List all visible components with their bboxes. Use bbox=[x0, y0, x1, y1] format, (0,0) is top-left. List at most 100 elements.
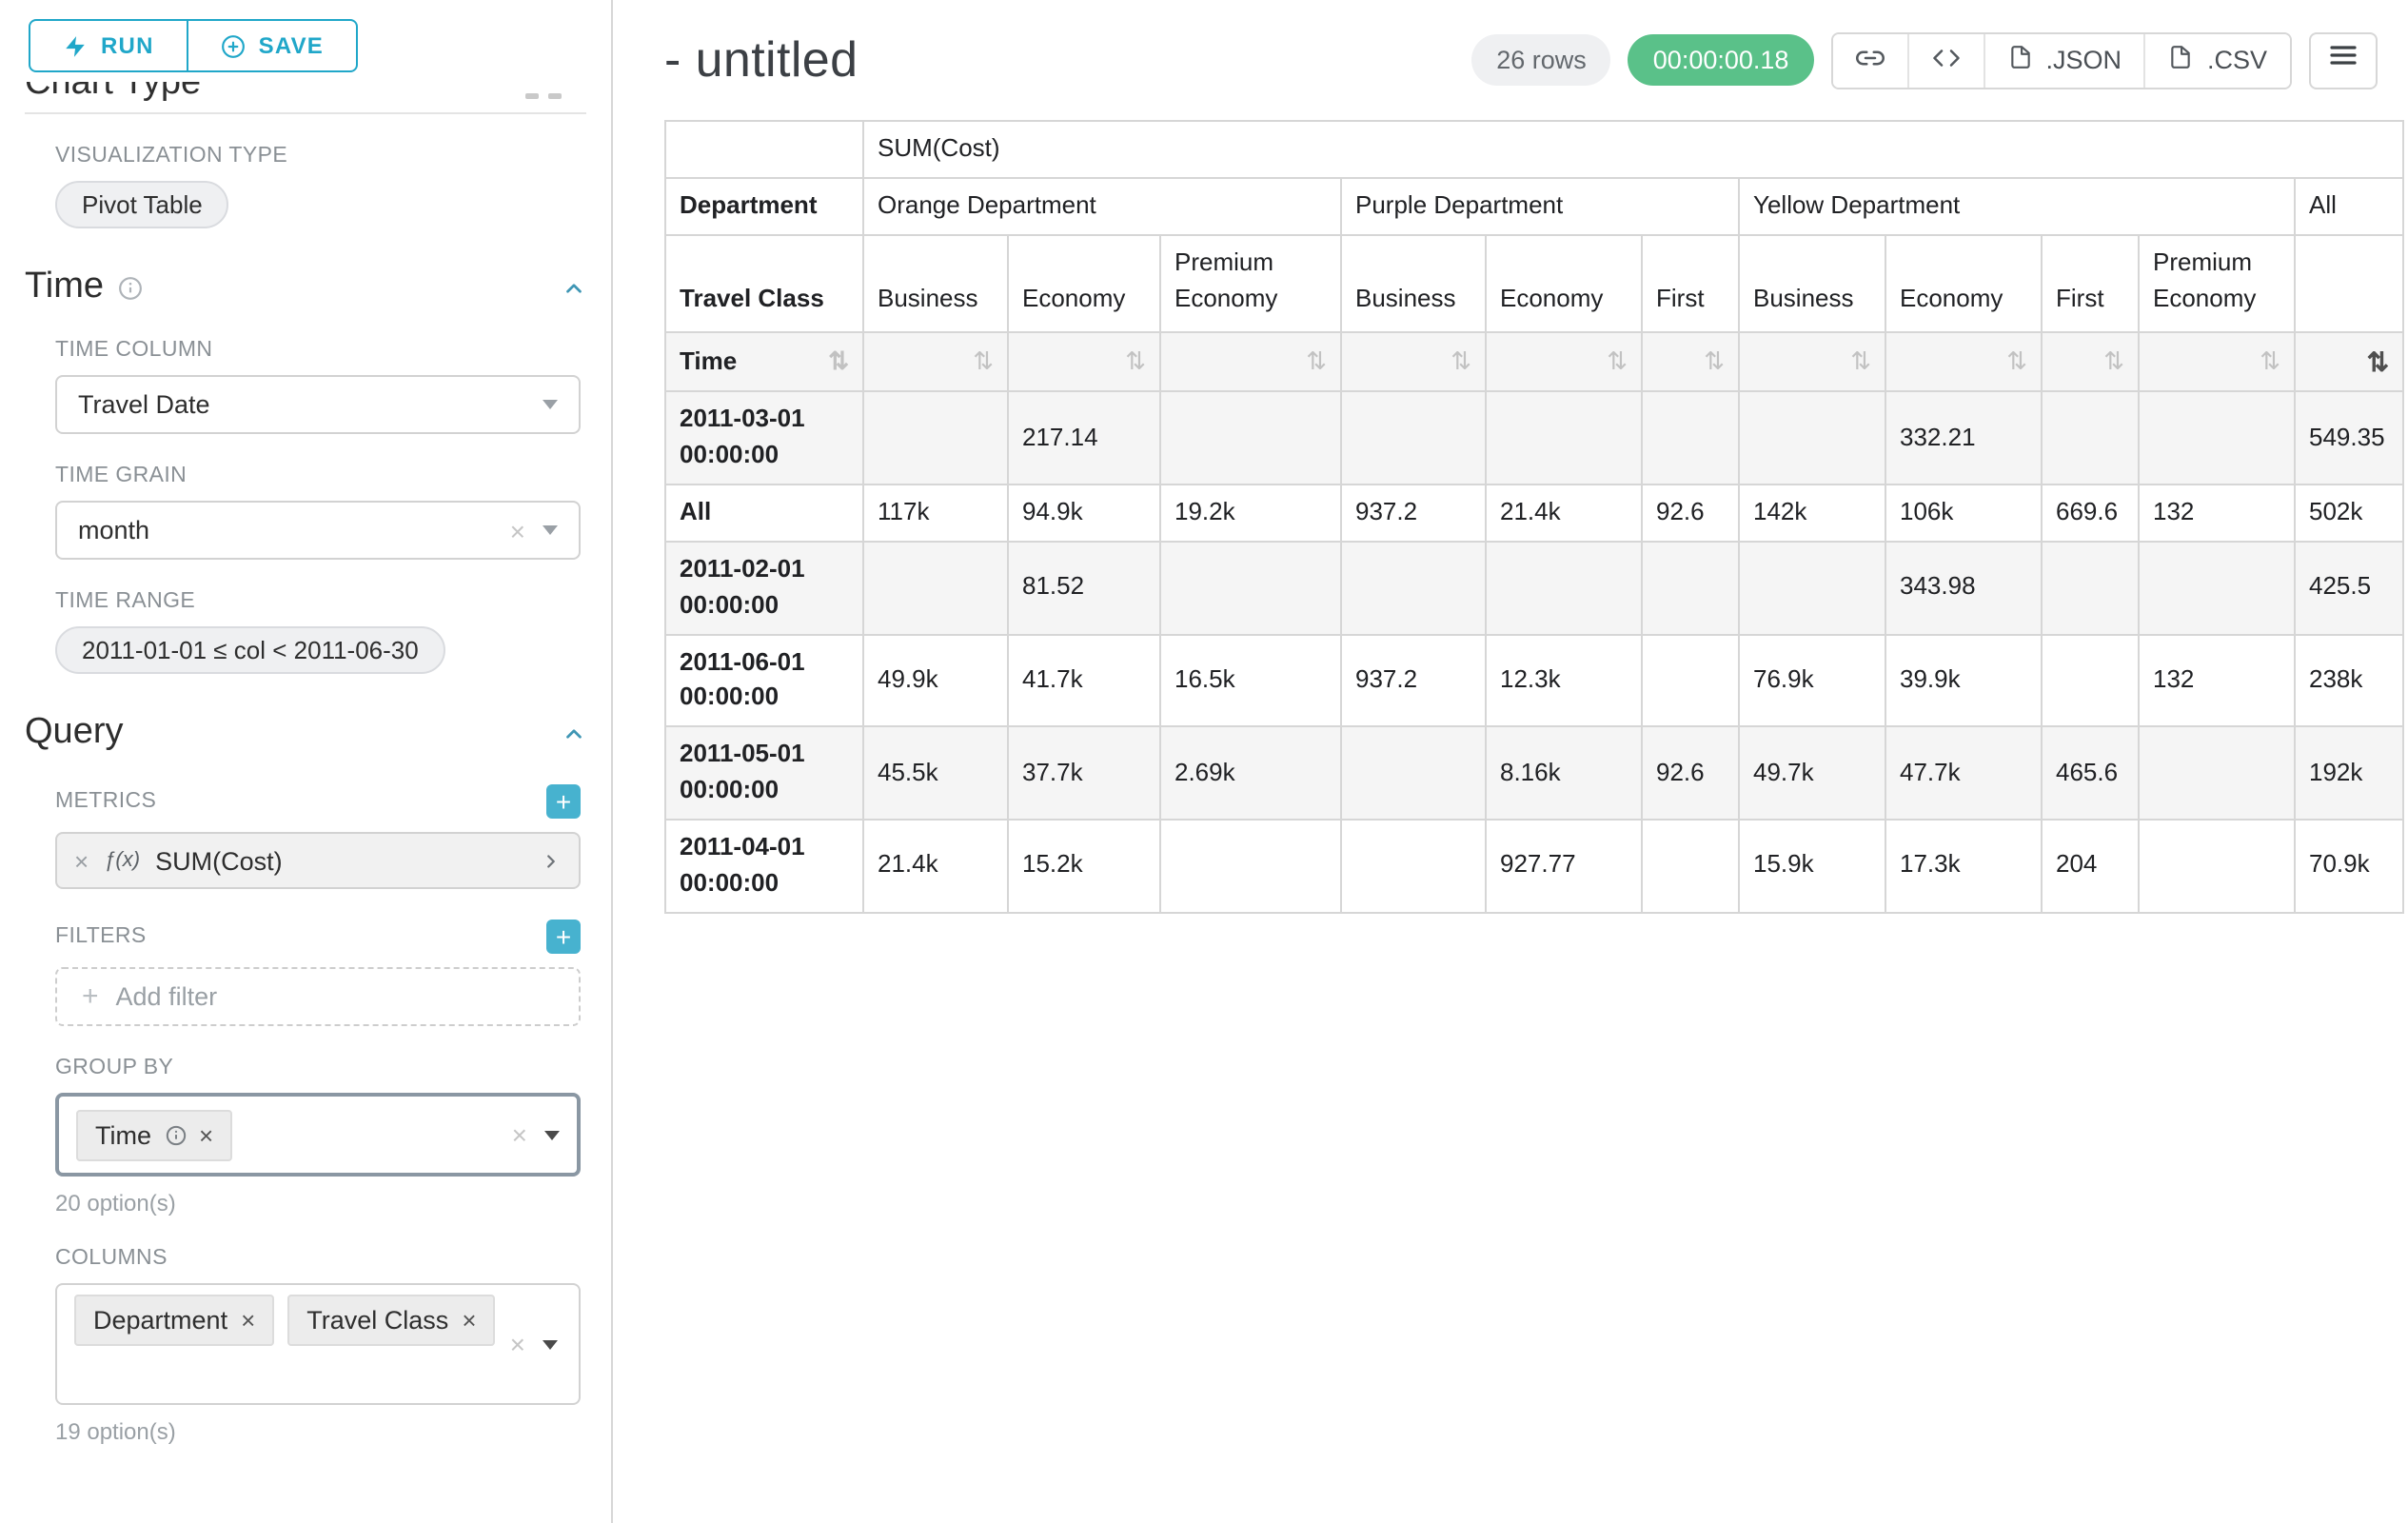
export-csv-label: .CSV bbox=[2207, 46, 2267, 74]
row-label-cell: 2011-05-01 00:00:00 bbox=[665, 727, 863, 820]
visualization-type-chip[interactable]: Pivot Table bbox=[55, 181, 229, 228]
data-cell: 2.69k bbox=[1160, 727, 1341, 820]
time-range-chip[interactable]: 2011-01-01 ≤ col < 2011-06-30 bbox=[55, 626, 445, 674]
more-options-button[interactable] bbox=[2309, 31, 2378, 89]
data-cell: 217.14 bbox=[1008, 392, 1160, 485]
group-by-select[interactable]: Time × × bbox=[55, 1093, 581, 1177]
travel-class-cell: Economy bbox=[1885, 235, 2042, 331]
data-cell bbox=[1341, 820, 1486, 912]
sort-icon[interactable]: ⇅ bbox=[973, 346, 994, 374]
sort-icon[interactable]: ⇅ bbox=[2103, 346, 2124, 374]
chevron-up-icon[interactable] bbox=[562, 275, 586, 300]
data-cell: 76.9k bbox=[1739, 634, 1885, 726]
data-cell bbox=[1642, 634, 1739, 726]
chevron-up-icon[interactable] bbox=[562, 721, 586, 745]
export-json-button[interactable]: .JSON bbox=[1983, 33, 2144, 87]
data-cell: 49.9k bbox=[863, 634, 1008, 726]
data-cell: 47.7k bbox=[1885, 727, 2042, 820]
data-cell: 17.3k bbox=[1885, 820, 2042, 912]
add-filter-dropzone[interactable]: + Add filter bbox=[55, 967, 581, 1026]
data-cell: 45.5k bbox=[863, 727, 1008, 820]
sort-icon[interactable]: ⇅ bbox=[2006, 346, 2027, 374]
time-column-value: Travel Date bbox=[78, 390, 210, 419]
clear-icon[interactable]: × bbox=[510, 1331, 525, 1357]
pivot-sort-row: Time⇅⇅⇅⇅⇅⇅⇅⇅⇅⇅⇅⇅ bbox=[665, 331, 2403, 392]
pivot-table: SUM(Cost)DepartmentOrange DepartmentPurp… bbox=[664, 120, 2404, 913]
data-cell: 132 bbox=[2139, 634, 2295, 726]
metric-name: SUM(Cost) bbox=[155, 846, 283, 875]
chevron-down-icon[interactable] bbox=[544, 1130, 560, 1139]
data-cell: 132 bbox=[2139, 485, 2295, 542]
copy-link-button[interactable] bbox=[1832, 33, 1906, 87]
table-row: 2011-02-01 00:00:0081.52343.98425.5 bbox=[665, 542, 2403, 634]
chart-type-heading-clipped: Chart Type bbox=[0, 82, 611, 107]
all-column-cell: All bbox=[2295, 178, 2403, 235]
sort-icon[interactable]: ⇅ bbox=[1306, 346, 1327, 374]
remove-icon[interactable]: × bbox=[462, 1308, 476, 1333]
time-grain-select[interactable]: month × bbox=[55, 501, 581, 560]
row-label-cell: All bbox=[665, 485, 863, 542]
data-cell bbox=[1160, 542, 1341, 634]
data-cell bbox=[863, 392, 1008, 485]
time-section-header: Time bbox=[25, 267, 586, 308]
chart-header: - untitled 26 rows 00:00:00.18 bbox=[664, 30, 2378, 89]
remove-icon[interactable]: × bbox=[74, 848, 89, 873]
data-cell bbox=[1739, 392, 1885, 485]
run-save-button-group: RUN SAVE bbox=[29, 19, 358, 72]
add-filter-placeholder: Add filter bbox=[116, 982, 218, 1011]
group-by-tag[interactable]: Time × bbox=[76, 1109, 232, 1160]
pivot-head: SUM(Cost)DepartmentOrange DepartmentPurp… bbox=[665, 121, 2403, 392]
sort-icon[interactable]: ⇅ bbox=[2260, 346, 2280, 374]
pivot-corner-cell bbox=[665, 121, 863, 178]
chevron-down-icon[interactable] bbox=[543, 1339, 558, 1349]
remove-icon[interactable]: × bbox=[241, 1308, 255, 1333]
add-metric-button[interactable]: + bbox=[546, 784, 581, 819]
metric-option[interactable]: × ƒ(x) SUM(Cost) bbox=[55, 832, 581, 889]
travel-class-cell: Economy bbox=[1008, 235, 1160, 331]
plus-icon: + bbox=[82, 982, 99, 1011]
time-grain-label: TIME GRAIN bbox=[55, 465, 581, 487]
remove-icon[interactable]: × bbox=[199, 1122, 213, 1147]
add-filter-button[interactable]: + bbox=[546, 920, 581, 954]
sort-icon[interactable]: ⇅ bbox=[1850, 346, 1871, 374]
group-by-options-hint: 20 option(s) bbox=[55, 1190, 581, 1216]
sort-cell: ⇅ bbox=[1885, 331, 2042, 392]
sort-icon[interactable]: ⇅ bbox=[1125, 346, 1146, 374]
department-group-cell: Yellow Department bbox=[1739, 178, 2295, 235]
data-cell: 41.7k bbox=[1008, 634, 1160, 726]
columns-tag[interactable]: Travel Class × bbox=[287, 1295, 495, 1346]
save-button[interactable]: SAVE bbox=[187, 21, 356, 70]
sort-icon[interactable]: ⇅ bbox=[1607, 346, 1628, 374]
data-cell: 81.52 bbox=[1008, 542, 1160, 634]
columns-select[interactable]: Department × Travel Class × × bbox=[55, 1283, 581, 1405]
data-cell bbox=[1341, 727, 1486, 820]
run-button[interactable]: RUN bbox=[30, 21, 187, 70]
travel-class-cell: Business bbox=[863, 235, 1008, 331]
sidebar-topbar: RUN SAVE bbox=[0, 0, 611, 72]
clear-icon[interactable]: × bbox=[510, 517, 525, 544]
data-cell bbox=[2139, 392, 2295, 485]
visualization-type-value: Pivot Table bbox=[82, 190, 203, 219]
export-csv-button[interactable]: .CSV bbox=[2144, 33, 2290, 87]
chart-title: - untitled bbox=[664, 30, 858, 89]
time-column-select[interactable]: Travel Date bbox=[55, 375, 581, 434]
data-cell: 94.9k bbox=[1008, 485, 1160, 542]
data-cell bbox=[1486, 392, 1642, 485]
chevron-right-icon[interactable] bbox=[541, 850, 562, 871]
sort-icon[interactable]: ⇅ bbox=[1451, 346, 1471, 374]
sort-icon[interactable]: ⇅ bbox=[1704, 346, 1725, 374]
row-label-cell: 2011-06-01 00:00:00 bbox=[665, 634, 863, 726]
clear-icon[interactable]: × bbox=[512, 1121, 527, 1148]
data-cell: 502k bbox=[2295, 485, 2403, 542]
time-label-wrap: Time⇅ bbox=[680, 344, 849, 380]
chart-panel: - untitled 26 rows 00:00:00.18 bbox=[613, 0, 2408, 1523]
data-cell: 8.16k bbox=[1486, 727, 1642, 820]
sort-cell: ⇅ bbox=[1160, 331, 1341, 392]
data-cell bbox=[1341, 392, 1486, 485]
embed-code-button[interactable] bbox=[1906, 33, 1983, 87]
data-cell: 15.9k bbox=[1739, 820, 1885, 912]
data-cell: 19.2k bbox=[1160, 485, 1341, 542]
columns-tag[interactable]: Department × bbox=[74, 1295, 274, 1346]
sort-icon[interactable]: ⇅ bbox=[828, 344, 849, 380]
sort-desc-icon[interactable]: ⇅ bbox=[2367, 346, 2389, 376]
